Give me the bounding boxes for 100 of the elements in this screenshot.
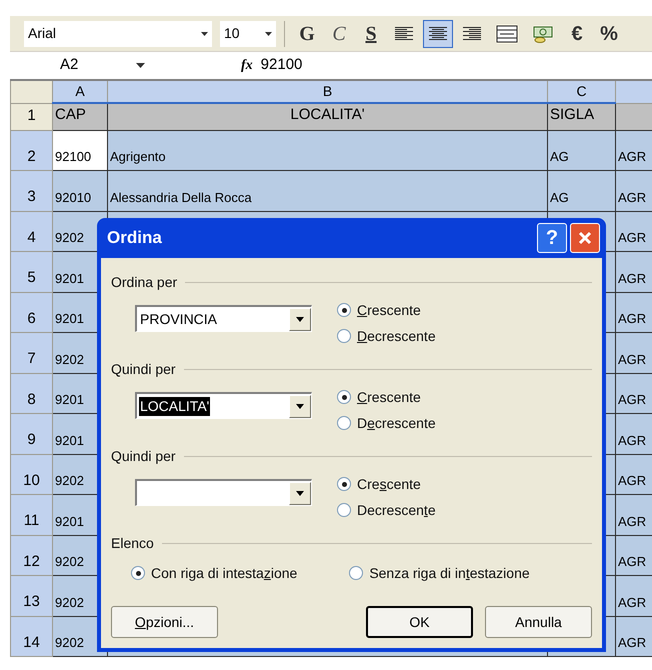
table-cell: AG [550,149,569,164]
radio-button[interactable] [337,416,351,430]
format-button[interactable]: € [563,20,591,48]
align-center-icon [428,26,448,42]
row-header[interactable]: 8 [10,373,52,414]
bold-button[interactable]: G [293,20,321,48]
radio-label: Senza riga di intestazione [369,564,530,583]
group-label: Elenco [111,534,154,553]
select-all-corner[interactable] [10,80,52,103]
dropdown-value: PROVINCIA [139,310,218,328]
table-cell: LOCALITA' [290,106,365,123]
table-cell: AGR [618,230,646,245]
table-cell: 9202 [55,473,84,488]
table-cell: AGR [618,432,646,448]
dialog-title: Ordina [107,227,162,250]
row-header[interactable]: 9 [10,414,52,454]
function-label[interactable]: fx [241,55,253,76]
radio-button[interactable] [349,566,364,580]
align-right-icon [462,26,482,42]
font-name-field[interactable]: Arial [24,20,212,46]
table-cell: 9202 [55,352,84,366]
row-header[interactable]: 7 [10,332,52,373]
sort-field-dropdown[interactable]: LOCALITA' [135,392,312,419]
table-cell: 9201 [55,392,84,407]
table-cell: AGR [618,473,646,488]
italic-button[interactable]: C [325,20,353,48]
row-header[interactable]: 6 [10,292,52,332]
sort-field-dropdown[interactable]: PROVINCIA [135,305,312,332]
formula-field[interactable]: 92100 [260,54,302,77]
table-cell: AGR [618,554,646,569]
cancel-button[interactable]: Annulla [485,606,592,638]
row-header[interactable]: 14 [10,616,52,656]
options-button[interactable]: Opzioni... [111,606,218,638]
radio-label: Decrescente [357,500,436,520]
merge-cells-icon [496,24,518,42]
row-header[interactable]: 2 [10,130,52,170]
row-header[interactable]: 4 [10,211,52,252]
format-button[interactable]: % [595,20,623,48]
radio-label: Con riga di intestazione [151,564,298,583]
table-cell: 9202 [55,594,84,610]
sort-field-dropdown[interactable] [135,479,312,506]
dropdown-value: LOCALITA' [139,396,210,416]
table-cell: Agrigento [110,149,166,164]
table-cell: 9201 [55,432,84,448]
underline-button[interactable]: S [357,20,385,48]
column-header[interactable]: C [548,80,616,103]
row-header[interactable]: 10 [10,454,52,494]
table-cell: AGR [618,190,646,204]
radio-button[interactable] [337,329,351,343]
caret-icon [289,394,311,418]
row-header[interactable]: 3 [10,170,52,211]
row-header[interactable]: 12 [10,535,52,576]
table-cell: AGR [618,514,646,528]
table-cell: AGR [618,149,646,164]
radio-button[interactable] [337,477,351,491]
font-size-field[interactable]: 10 [220,20,276,46]
help-button[interactable]: ? [537,223,567,253]
table-cell: 9201 [55,311,84,326]
table-cell: AG [550,190,569,204]
radio-button[interactable] [337,303,351,317]
group-label: Quindi per [111,447,176,466]
table-cell: AGR [618,311,646,326]
table-cell: SIGLA [550,106,594,123]
table-cell: AGR [618,352,646,366]
caret-icon [201,32,208,36]
group-label: Ordina per [111,273,178,292]
radio-label: Crescente [357,474,421,494]
align-left-icon [394,26,414,42]
group-label: Quindi per [111,360,176,379]
radio-label: Decrescente [357,414,436,432]
caret-icon [289,308,311,330]
table-cell: 9202 [55,230,84,245]
caret-icon [265,32,272,36]
radio-label: Decrescente [357,326,436,346]
radio-button[interactable] [337,390,351,404]
ok-button[interactable]: OK [366,606,473,638]
caret-icon [289,482,311,504]
radio-button[interactable] [131,566,145,580]
close-button[interactable] [570,223,600,253]
money-icon [532,24,554,44]
column-header[interactable]: B [108,80,548,103]
table-cell: 9202 [55,554,84,569]
table-cell: 9202 [55,635,84,650]
table-cell: CAP [55,106,86,123]
row-header[interactable]: 11 [10,494,52,535]
table-cell: Alessandria Della Rocca [110,190,252,204]
row-header[interactable]: 13 [10,576,52,616]
radio-button[interactable] [337,503,351,517]
table-cell: AGR [618,392,646,407]
table-cell: AGR [618,270,646,286]
table-cell: 92010 [55,190,92,204]
row-header[interactable]: 1 [10,103,52,130]
column-header[interactable]: A [52,80,108,103]
radio-label: Crescente [357,300,421,320]
table-cell: 9201 [55,514,84,528]
table-cell: 9201 [55,270,84,286]
caret-icon [136,63,145,68]
align-center-button[interactable] [423,20,453,48]
radio-label: Crescente [357,388,421,406]
row-header[interactable]: 5 [10,252,52,292]
